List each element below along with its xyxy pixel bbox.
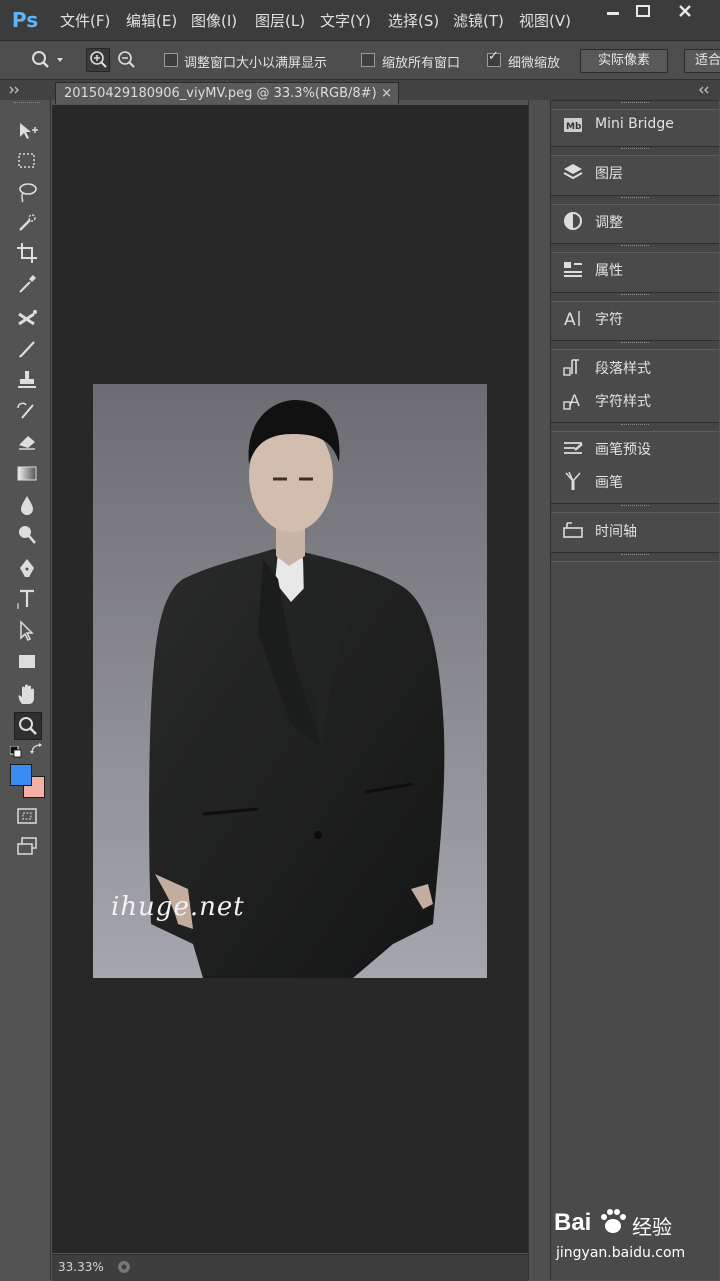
photo-watermark: ihuge.net	[111, 892, 245, 922]
baidu-paw-icon	[601, 1209, 626, 1233]
marquee-tool-icon[interactable]	[14, 148, 40, 174]
svg-text:Mb: Mb	[566, 122, 582, 132]
actual-pixels-button[interactable]: 实际像素	[580, 49, 668, 73]
scrubby-zoom-label: 细微缩放	[508, 56, 561, 71]
panel-layers[interactable]: 图层	[551, 152, 719, 192]
menu-image[interactable]: 图像(I)	[191, 10, 237, 31]
document-tab[interactable]: 20150429180906_viyMV.peg @ 33.3%(RGB/8#)…	[55, 82, 399, 104]
rectangle-tool-icon[interactable]	[14, 649, 40, 675]
panel-character[interactable]: A 字符	[551, 298, 719, 338]
history-brush-tool-icon[interactable]	[14, 398, 40, 424]
close-icon[interactable]	[666, 0, 704, 24]
close-document-icon[interactable]: ×	[381, 83, 392, 105]
adjustments-icon	[564, 212, 582, 230]
panel-dock: Mb Mini Bridge 图层 调整 属性 A 字符 段落样式 A 字符样式…	[550, 100, 719, 1280]
character-styles-icon: A	[563, 391, 580, 410]
panel-timeline[interactable]: 时间轴	[551, 510, 719, 550]
eraser-tool-icon[interactable]	[14, 428, 40, 454]
panel-adjustments[interactable]: 调整	[551, 201, 719, 241]
status-bar: 33.33%	[52, 1254, 528, 1281]
menu-layer[interactable]: 图层(L)	[255, 10, 305, 31]
screen-mode-icon[interactable]	[14, 834, 40, 860]
menu-type[interactable]: 文字(Y)	[320, 10, 371, 31]
zoom-out-icon[interactable]	[116, 50, 136, 70]
quick-selection-tool-icon[interactable]	[14, 210, 40, 236]
dock-gap	[528, 100, 551, 1280]
document-tab-title: 20150429180906_viyMV.peg @ 33.3%(RGB/8#)	[64, 86, 377, 101]
baidu-jingyan-watermark: Bai 经验 jingyan.baidu.com	[552, 1205, 720, 1265]
menu-file[interactable]: 文件(F)	[60, 10, 110, 31]
pen-tool-icon[interactable]	[14, 556, 40, 582]
timeline-icon	[563, 522, 583, 538]
resize-windows-checkbox[interactable]	[164, 53, 178, 67]
move-tool-icon[interactable]	[14, 118, 40, 144]
default-colors-icon[interactable]	[9, 743, 22, 758]
path-selection-tool-icon[interactable]	[14, 618, 40, 644]
type-tool-icon[interactable]	[14, 586, 40, 612]
zoom-tool-preset-icon[interactable]	[30, 50, 63, 70]
document-image[interactable]: ihuge.net	[93, 384, 487, 978]
collapse-dock-icon[interactable]	[696, 80, 716, 100]
brush-icon	[565, 471, 581, 490]
gradient-tool-icon[interactable]	[14, 460, 40, 486]
menu-edit[interactable]: 编辑(E)	[126, 10, 177, 31]
zoom-level-readout[interactable]: 33.33%	[58, 1260, 104, 1274]
baidu-url-text: jingyan.baidu.com	[556, 1245, 686, 1261]
panel-character-styles[interactable]: A 字符样式	[551, 380, 719, 420]
crop-tool-icon[interactable]	[14, 240, 40, 266]
quick-mask-icon[interactable]	[14, 803, 40, 829]
svg-text:A: A	[564, 310, 576, 328]
photoshop-logo: Ps	[11, 8, 39, 32]
blur-tool-icon[interactable]	[14, 492, 40, 518]
zoom-tool-icon[interactable]	[14, 712, 42, 740]
brush-presets-icon	[564, 442, 583, 454]
lasso-tool-icon[interactable]	[14, 179, 40, 205]
resize-windows-label: 调整窗口大小以满屏显示	[184, 56, 328, 71]
panel-brush[interactable]: 画笔	[551, 461, 719, 501]
baidu-brand-text: Bai	[554, 1209, 592, 1236]
panel-mini-bridge[interactable]: Mb Mini Bridge	[551, 105, 719, 145]
character-icon: A	[564, 310, 580, 328]
layers-icon	[563, 164, 583, 180]
menu-select[interactable]: 选择(S)	[388, 10, 439, 31]
panel-properties[interactable]: 属性	[551, 249, 719, 289]
status-menu-icon[interactable]	[116, 1259, 132, 1275]
zoom-all-windows-checkbox[interactable]	[361, 53, 375, 67]
options-bar: 调整窗口大小以满屏显示 缩放所有窗口 细微缩放 实际像素 适合	[0, 41, 720, 80]
brush-tool-icon[interactable]	[14, 336, 40, 362]
hand-tool-icon[interactable]	[14, 682, 40, 708]
maximize-icon[interactable]	[624, 0, 662, 24]
baidu-jingyan-text: 经验	[632, 1215, 672, 1239]
swap-colors-icon[interactable]	[30, 742, 44, 756]
dodge-tool-icon[interactable]	[14, 522, 40, 548]
menu-view[interactable]: 视图(V)	[519, 10, 571, 31]
foreground-color-swatch[interactable]	[10, 764, 32, 786]
toolbar-grip[interactable]	[14, 102, 40, 109]
panel-separator	[551, 552, 719, 562]
collapse-toolbar-icon[interactable]	[6, 80, 26, 100]
canvas-area[interactable]: ihuge.net	[52, 105, 528, 1253]
eyedropper-tool-icon[interactable]	[14, 271, 40, 297]
portrait-photo	[93, 384, 487, 978]
tools-panel	[0, 100, 51, 1280]
zoom-in-icon[interactable]	[86, 48, 110, 72]
zoom-all-windows-label: 缩放所有窗口	[382, 56, 461, 71]
properties-icon	[564, 262, 582, 277]
spot-healing-tool-icon[interactable]	[14, 306, 40, 332]
menu-bar: Ps 文件(F) 编辑(E) 图像(I) 图层(L) 文字(Y) 选择(S) 滤…	[0, 0, 720, 41]
mini-bridge-icon: Mb	[564, 118, 582, 132]
clone-stamp-tool-icon[interactable]	[14, 367, 40, 393]
menu-filter[interactable]: 滤镜(T)	[453, 10, 504, 31]
paragraph-styles-icon	[563, 359, 579, 376]
fit-screen-button[interactable]: 适合	[684, 49, 720, 73]
scrubby-zoom-checkbox[interactable]	[487, 49, 501, 67]
